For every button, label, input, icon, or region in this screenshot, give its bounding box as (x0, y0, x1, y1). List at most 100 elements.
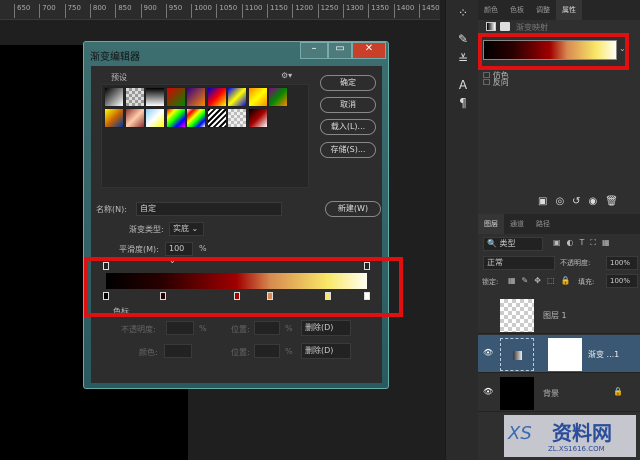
tab-0[interactable]: 图层 (478, 214, 504, 234)
opacity-label: 不透明度: (560, 259, 591, 267)
preset-swatch[interactable] (227, 108, 247, 128)
blend-value: 正常 (487, 258, 503, 267)
dialog-title: 渐变编辑器 (90, 52, 140, 63)
ok-button[interactable]: 确定 (320, 75, 376, 91)
preset-swatch[interactable] (165, 87, 186, 107)
layer-thumbnail (500, 299, 534, 332)
paragraph-icon[interactable]: ¶ (454, 96, 472, 114)
preset-swatch[interactable] (227, 87, 247, 107)
gradient-editor-dialog: 渐变编辑器 – ▭ ✕ 预设 ⚙▾ 确定 取消 载入(L)... 存储(S)..… (83, 41, 389, 389)
layer-row[interactable]: 图层 1 (478, 296, 640, 334)
gradient-type-select[interactable]: 实底 ⌄ (169, 222, 204, 236)
ruler-tick: 800 (89, 4, 106, 18)
tab-3[interactable]: 属性 (556, 0, 582, 20)
ruler-tick: 900 (140, 4, 157, 18)
tab-0[interactable]: 颜色 (478, 0, 504, 20)
minimize-button[interactable]: – (300, 42, 328, 59)
reverse-label: 反向 (492, 78, 509, 87)
properties-tabs: 颜色 色板 调整 属性 (478, 0, 640, 20)
watermark-logo: XS (508, 423, 532, 444)
filter-icons[interactable]: ▣◐T⛶▦ (553, 238, 616, 248)
layer-name: 渐变 ...1 (588, 350, 620, 359)
properties-footer-icons[interactable]: ▣◎↺◉🗑 (538, 196, 626, 207)
lock-label: 锁定: (482, 278, 499, 286)
fill-label: 填充: (578, 278, 595, 286)
color-location-input[interactable] (254, 344, 280, 358)
adjustment-thumbnail (500, 338, 534, 371)
lock-icons[interactable]: ▦✎✥⬚🔒 (508, 276, 576, 285)
opacity-location-input[interactable] (254, 321, 280, 335)
ruler-tick: 850 (115, 4, 132, 18)
load-button[interactable]: 载入(L)... (320, 119, 376, 135)
layer-filter-select[interactable]: 🔍 类型 (483, 237, 543, 251)
preset-swatch[interactable] (145, 87, 165, 107)
character-icon[interactable]: A (454, 78, 472, 96)
preset-swatch[interactable] (206, 108, 227, 128)
gradient-type-value: 实底 (173, 224, 189, 233)
right-panel: 颜色 色板 调整 属性 渐变映射 ⌄ ☐ 仿色 ☐ 反向 ▣◎↺◉🗑 图层 通道 路径 🔍… (478, 0, 640, 460)
layer-row-selected[interactable]: 👁 渐变 ...1 (478, 335, 640, 373)
eye-icon[interactable]: 👁 (483, 348, 493, 357)
ruler-tick: 950 (165, 4, 182, 18)
preset-swatch[interactable] (186, 87, 206, 107)
adjust-icon[interactable]: ≚ (454, 52, 472, 70)
mask-thumbnail (548, 338, 582, 371)
maximize-button[interactable]: ▭ (328, 42, 352, 59)
ruler-tick: 1250 (317, 4, 338, 18)
name-input[interactable]: 自定 (136, 202, 282, 216)
preset-swatch[interactable] (145, 108, 165, 128)
stop-color-swatch[interactable] (164, 344, 192, 358)
cancel-button[interactable]: 取消 (320, 97, 376, 113)
tab-2[interactable]: 调整 (530, 0, 556, 20)
tab-1[interactable]: 通道 (504, 214, 530, 234)
history-icon[interactable]: ⁘ (454, 6, 472, 24)
ruler-tick: 1350 (368, 4, 389, 18)
presets-label: 预设 (111, 73, 127, 82)
highlight-box (84, 257, 403, 317)
location-label: 位置: (231, 325, 250, 334)
presets-grid (101, 84, 309, 188)
preset-swatch[interactable] (104, 87, 124, 107)
stop-opacity-input[interactable] (166, 321, 194, 335)
preset-swatch[interactable] (247, 108, 268, 128)
smoothness-input[interactable]: 100 ⌄ (165, 242, 193, 265)
ruler-tick: 700 (39, 4, 56, 18)
save-button[interactable]: 存储(S)... (320, 142, 376, 158)
dialog-body: 预设 ⚙▾ 确定 取消 载入(L)... 存储(S)... 名称(N): 自定 … (91, 66, 382, 383)
preset-swatch[interactable] (206, 87, 227, 107)
opacity-input[interactable]: 100% (606, 256, 638, 270)
gear-icon[interactable]: ⚙▾ (281, 71, 292, 80)
ruler-tick: 1150 (267, 4, 288, 18)
delete-color-stop-button[interactable]: 删除(D) (301, 343, 351, 359)
blend-mode-select[interactable]: 正常 (483, 256, 555, 270)
preset-swatch[interactable] (104, 108, 124, 128)
preset-swatch[interactable] (268, 87, 288, 107)
new-button[interactable]: 新建(W) (325, 201, 381, 217)
brush-icon[interactable]: ✎ (454, 32, 472, 50)
tab-1[interactable]: 色板 (504, 0, 530, 20)
preset-swatch[interactable] (165, 108, 186, 128)
delete-opacity-stop-button[interactable]: 删除(D) (301, 320, 351, 336)
reverse-checkbox[interactable]: ☐ 反向 (483, 77, 509, 88)
preset-swatch[interactable] (124, 87, 145, 107)
gradient-type-label: 渐变类型: (129, 225, 164, 234)
location-label: 位置: (231, 348, 250, 357)
preset-swatch[interactable] (124, 108, 145, 128)
eye-icon[interactable]: 👁 (483, 387, 493, 396)
ruler-tick: 1200 (292, 4, 313, 18)
ruler-tick: 1450 (418, 4, 440, 18)
percent-label: % (199, 324, 207, 333)
preset-swatch[interactable] (186, 108, 206, 128)
ruler-tick: 650 (14, 4, 30, 18)
close-button[interactable]: ✕ (352, 42, 386, 59)
percent-label: % (285, 347, 293, 356)
ruler-tick: 750 (64, 4, 81, 18)
mask-icon[interactable] (500, 22, 510, 31)
watermark-url: ZL.XS1616.COM (548, 445, 605, 453)
tab-2[interactable]: 路径 (530, 214, 556, 234)
horizontal-ruler: 650 700 750 800 850 900 950 1000 1050 1100 1150 120… (0, 0, 440, 20)
layer-row[interactable]: 👁 背景 🔒 (478, 374, 640, 412)
layer-name: 背景 (543, 389, 559, 398)
fill-input[interactable]: 100% (606, 274, 638, 288)
preset-swatch[interactable] (247, 87, 268, 107)
